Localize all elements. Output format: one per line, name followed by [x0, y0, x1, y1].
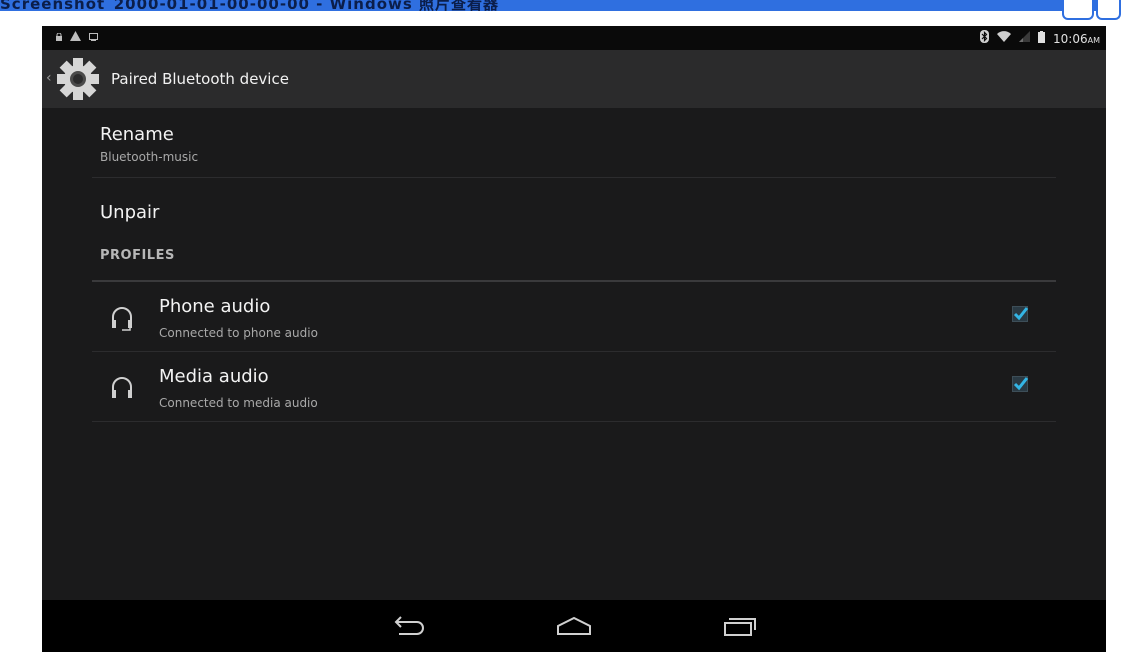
- checkmark-icon: [1013, 307, 1029, 321]
- back-icon[interactable]: [387, 612, 431, 640]
- warning-icon: [70, 31, 81, 45]
- notification-lock-icon: [56, 31, 62, 45]
- status-bar: 10:06AM: [42, 26, 1106, 50]
- wifi-icon: [997, 31, 1012, 46]
- host-maximize-button[interactable]: [1096, 0, 1121, 20]
- media-audio-checkbox[interactable]: [1012, 376, 1029, 392]
- media-audio-title: Media audio: [159, 366, 269, 387]
- phone-audio-profile[interactable]: Phone audio Connected to phone audio: [92, 282, 1056, 352]
- host-window-titlebar: Screenshot_2000-01-01-00-00-00 - Windows…: [0, 0, 1121, 11]
- checkmark-icon: [1013, 377, 1029, 391]
- battery-icon: [1038, 30, 1046, 47]
- home-icon[interactable]: [552, 612, 596, 640]
- phone-audio-checkbox[interactable]: [1012, 306, 1029, 322]
- page-title: Paired Bluetooth device: [111, 70, 289, 88]
- headphones-icon: [112, 377, 132, 398]
- rename-summary: Bluetooth-music: [100, 150, 199, 164]
- unpair-title: Unpair: [100, 202, 160, 223]
- host-minimize-button[interactable]: [1062, 0, 1094, 20]
- screenshot-icon: [89, 31, 98, 45]
- profiles-category-header: PROFILES: [92, 238, 1056, 282]
- settings-gear-icon[interactable]: [55, 56, 101, 102]
- rename-title: Rename: [100, 124, 174, 145]
- clock: 10:06AM: [1053, 31, 1100, 46]
- phone-audio-summary: Connected to phone audio: [159, 326, 318, 340]
- action-bar: ‹ Paired Bluetooth device: [42, 50, 1106, 108]
- unpair-preference[interactable]: Unpair: [92, 178, 1056, 238]
- preference-list: Rename Bluetooth-music Unpair PROFILES P…: [92, 108, 1056, 422]
- bluetooth-icon: [980, 30, 990, 47]
- android-screen: 10:06AM ‹ Paired Bluetooth device Rename…: [42, 26, 1106, 652]
- signal-icon: [1019, 31, 1031, 46]
- profiles-category-label: PROFILES: [100, 248, 175, 263]
- navigation-bar: [42, 600, 1106, 652]
- recents-icon[interactable]: [717, 612, 761, 640]
- host-window-title: Screenshot_2000-01-01-00-00-00 - Windows…: [0, 0, 500, 11]
- rename-preference[interactable]: Rename Bluetooth-music: [92, 108, 1056, 178]
- phone-audio-title: Phone audio: [159, 296, 271, 317]
- up-caret-icon[interactable]: ‹: [46, 70, 52, 86]
- headset-mic-icon: [112, 307, 132, 331]
- media-audio-summary: Connected to media audio: [159, 396, 318, 410]
- media-audio-profile[interactable]: Media audio Connected to media audio: [92, 352, 1056, 422]
